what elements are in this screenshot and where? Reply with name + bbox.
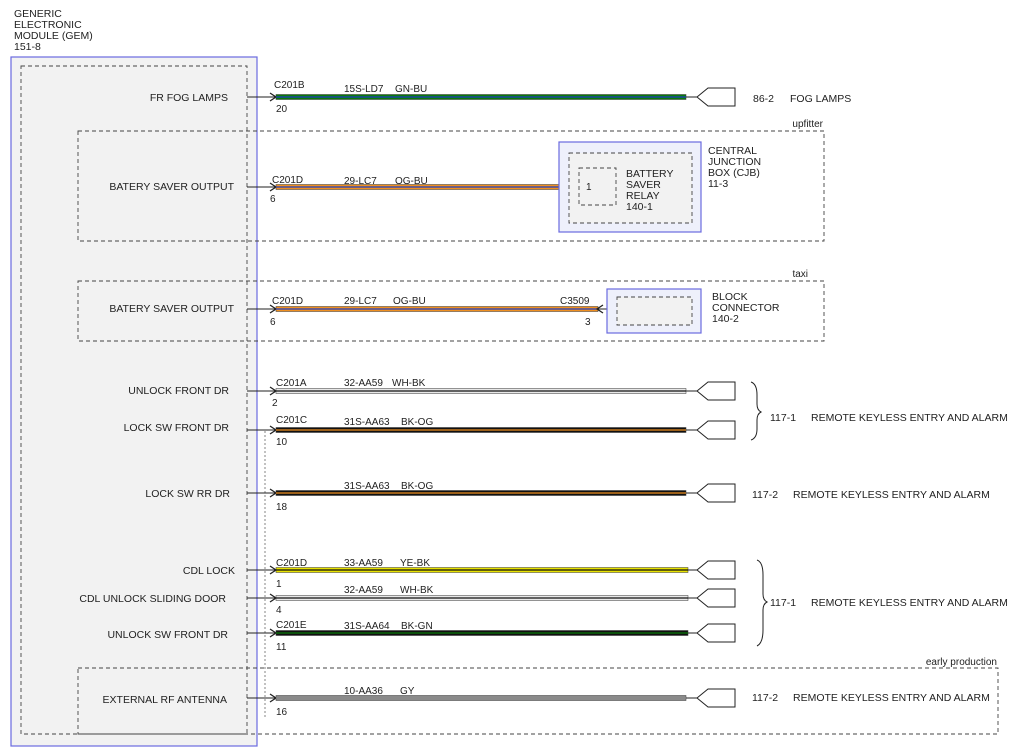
pin-number: 1 [276, 579, 282, 590]
rke-name: REMOTE KEYLESS ENTRY AND ALARM [811, 412, 1008, 424]
circuit-label: UNLOCK SW FRONT DR [107, 629, 228, 641]
rke-ref: 117-2 [752, 489, 778, 501]
pin-number: 6 [270, 317, 276, 328]
block-connector-inner [616, 296, 693, 326]
circuit-label: BATERY SAVER OUTPUT [109, 181, 234, 193]
wire-code: 29-LC7 [344, 296, 377, 307]
circuit-label: CDL LOCK [183, 565, 235, 577]
pin-number: 16 [276, 707, 288, 718]
module-ref: 151-8 [14, 41, 41, 53]
module-box [10, 56, 258, 747]
connector-id: C201C [276, 415, 307, 426]
cjb-ref: 11-3 [708, 178, 728, 190]
wire-color: BK-OG [401, 417, 433, 428]
connector-id: C201A [276, 378, 307, 389]
wire-code: 31S-AA63 [344, 417, 390, 428]
rke-name: REMOTE KEYLESS ENTRY AND ALARM [811, 597, 1008, 609]
brace-c [756, 559, 769, 647]
rke-name: REMOTE KEYLESS ENTRY AND ALARM [793, 489, 990, 501]
terminal-connector [696, 623, 736, 643]
pin-number: 18 [276, 502, 288, 513]
circuit-label: EXTERNAL RF ANTENNA [103, 694, 227, 706]
circuit-label: BATERY SAVER OUTPUT [109, 303, 234, 315]
pin-number: 20 [276, 104, 288, 115]
circuit-label: LOCK SW RR DR [145, 488, 230, 500]
pin-number: 4 [276, 605, 282, 616]
wire-code: 32-AA59 [344, 378, 383, 389]
block-connector-pin: 3 [585, 317, 591, 328]
terminal-connector [696, 560, 736, 580]
pin-number: 11 [276, 642, 287, 653]
block-connector-id: C3509 [560, 296, 590, 307]
connector-id: C201D [272, 296, 303, 307]
circuit-label: CDL UNLOCK SLIDING DOOR [79, 593, 226, 605]
circuit-label: UNLOCK FRONT DR [128, 385, 229, 397]
connector-id: C201B [274, 80, 305, 91]
terminal-connector [696, 87, 736, 107]
relay-pin-box [578, 167, 617, 206]
wire-code: 15S-LD7 [344, 84, 384, 95]
taxi-label: taxi [792, 269, 808, 280]
wiring-diagram: GENERIC ELECTRONIC MODULE (GEM) 151-8 up… [10, 8, 1008, 747]
relay-ref: 140-1 [626, 201, 653, 213]
wire-color: OG-BU [393, 296, 426, 307]
terminal-connector [696, 688, 736, 708]
early-production-label: early production [926, 657, 997, 668]
brace-a [750, 381, 763, 441]
wire-color: WH-BK [392, 378, 426, 389]
rke-ref: 117-1 [770, 412, 796, 424]
wire-color: WH-BK [400, 585, 434, 596]
circuit-label: FR FOG LAMPS [150, 92, 228, 104]
wire-code: 32-AA59 [344, 585, 383, 596]
circuit-label: LOCK SW FRONT DR [124, 422, 230, 434]
connector-id: C201E [276, 620, 307, 631]
relay-pin: 1 [586, 182, 592, 193]
terminal-connector [696, 381, 736, 401]
rke-name: REMOTE KEYLESS ENTRY AND ALARM [793, 692, 990, 704]
terminal-connector [696, 420, 736, 440]
wire-color: GN-BU [395, 84, 427, 95]
fog-name: FOG LAMPS [790, 93, 851, 105]
block-ref: 140-2 [712, 313, 739, 325]
rke-ref: 117-2 [752, 692, 778, 704]
terminal-connector [696, 483, 736, 503]
fog-ref: 86-2 [753, 93, 774, 105]
pin-number: 2 [272, 398, 278, 409]
terminal-connector [696, 588, 736, 608]
pin-number: 10 [276, 437, 288, 448]
rke-ref: 117-1 [770, 597, 796, 609]
pin-number: 6 [270, 194, 276, 205]
upfitter-label: upfitter [792, 119, 823, 130]
